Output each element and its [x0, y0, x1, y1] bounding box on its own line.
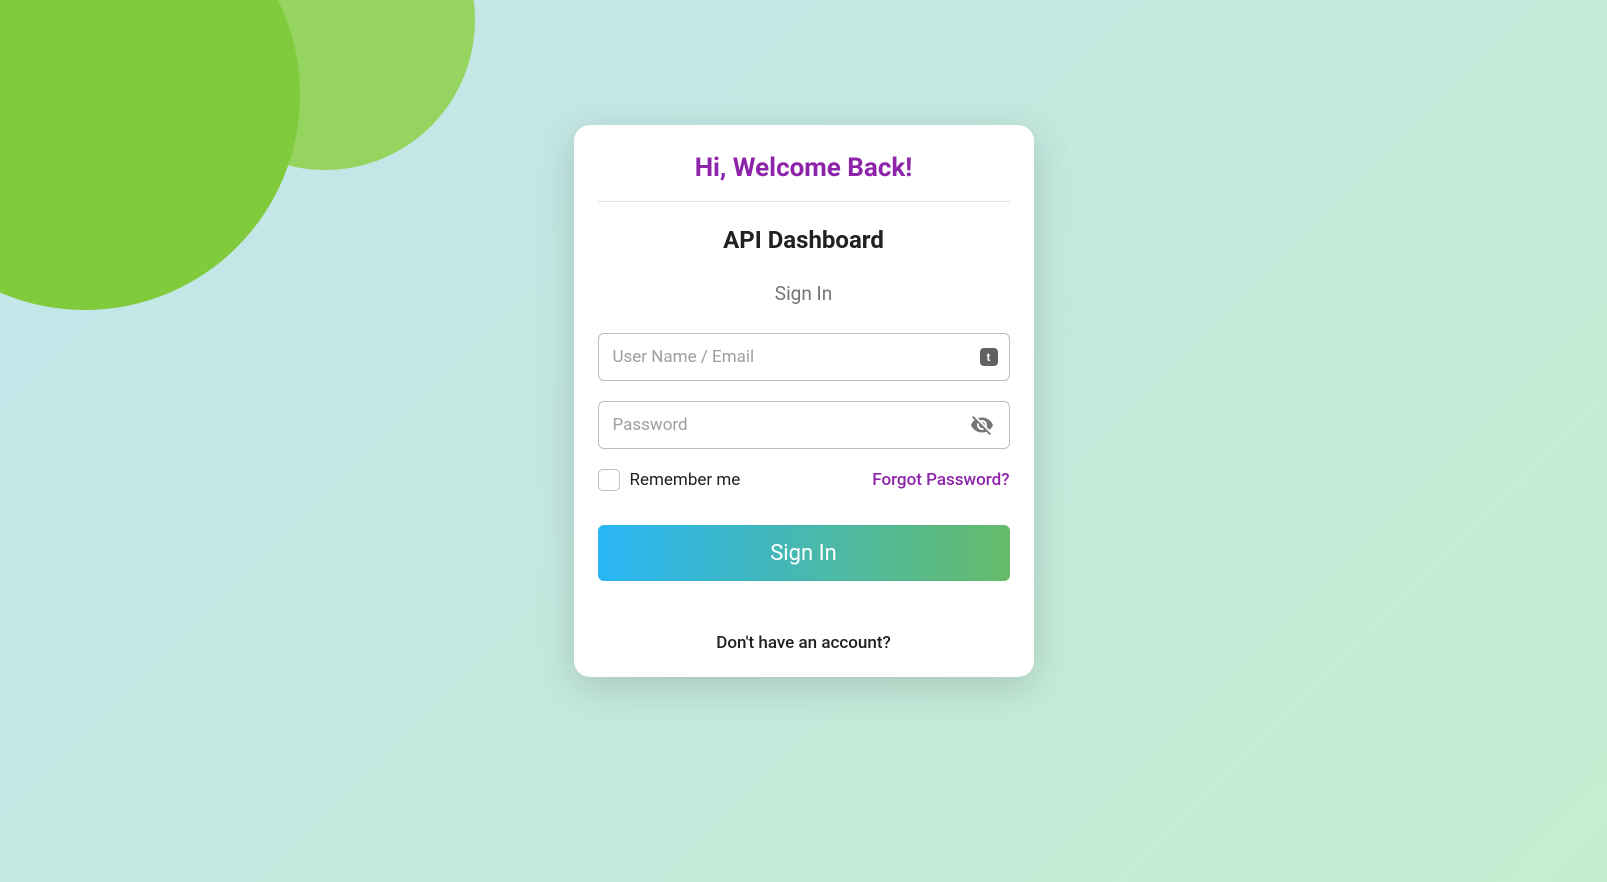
- username-input[interactable]: [598, 333, 1010, 381]
- login-card: Hi, Welcome Back! API Dashboard Sign In …: [574, 125, 1034, 677]
- remember-me-label: Remember me: [630, 470, 741, 490]
- sign-in-heading: Sign In: [598, 282, 1010, 305]
- remember-me-checkbox[interactable]: [598, 469, 620, 491]
- no-account-text: Don't have an account?: [598, 633, 1010, 653]
- welcome-title: Hi, Welcome Back!: [598, 153, 1010, 183]
- toggle-password-visibility-button[interactable]: [966, 409, 998, 441]
- divider: [598, 201, 1010, 202]
- options-row: Remember me Forgot Password?: [598, 469, 1010, 491]
- autofill-badge[interactable]: t: [980, 348, 998, 366]
- background-circle-main: [0, 0, 300, 310]
- username-field-wrapper: t: [598, 333, 1010, 381]
- sign-in-button[interactable]: Sign In: [598, 525, 1010, 581]
- app-title: API Dashboard: [598, 226, 1010, 254]
- forgot-password-link[interactable]: Forgot Password?: [872, 470, 1009, 490]
- visibility-off-icon: [970, 413, 994, 437]
- autofill-badge-icon: t: [980, 348, 998, 366]
- password-field-wrapper: [598, 401, 1010, 449]
- remember-me-wrapper[interactable]: Remember me: [598, 469, 741, 491]
- password-input[interactable]: [598, 401, 1010, 449]
